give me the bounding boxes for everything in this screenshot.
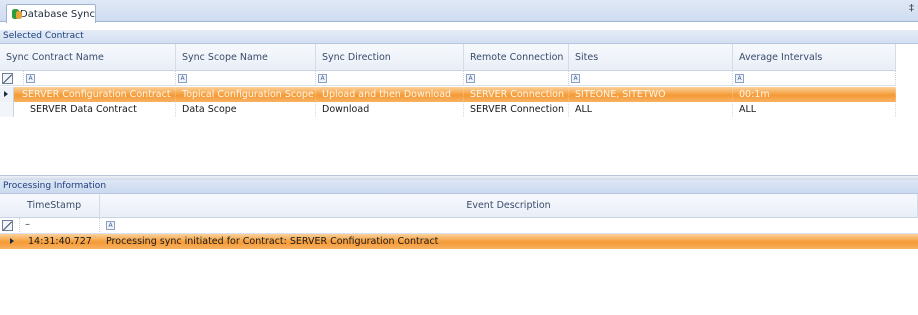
- filter-text-icon[interactable]: A: [735, 74, 744, 83]
- selected-contract-header: Selected Contract: [0, 30, 918, 44]
- clear-filter-cell[interactable]: [0, 218, 20, 234]
- cell-remote-connection[interactable]: SERVER Connection: [464, 87, 569, 102]
- filter-timestamp[interactable]: –: [20, 218, 100, 234]
- cell-timestamp[interactable]: 14:31:40.727: [28, 234, 100, 249]
- filter-sync-direction[interactable]: A: [316, 71, 464, 86]
- document-tabstrip: Database Sync ‡: [0, 0, 918, 23]
- col-header-remote-connection[interactable]: Remote Connection: [464, 44, 569, 71]
- filter-sync-contract-name[interactable]: A: [24, 71, 176, 86]
- cell-sync-scope-name[interactable]: Topical Configuration Scope: [176, 87, 316, 102]
- cell-sites[interactable]: ALL: [569, 102, 733, 117]
- pin-icon[interactable]: ‡: [909, 3, 914, 14]
- filter-sites[interactable]: A: [569, 71, 733, 86]
- database-sync-icon: [11, 8, 22, 20]
- row-indicator[interactable]: [0, 102, 14, 117]
- filter-text-icon[interactable]: A: [571, 74, 580, 83]
- cell-event-description[interactable]: Processing sync initiated for Contract: …: [106, 234, 906, 249]
- col-header-sync-scope-name[interactable]: Sync Scope Name: [176, 44, 316, 71]
- row-indicator[interactable]: [0, 87, 14, 102]
- cell-average-intervals[interactable]: ALL: [733, 102, 896, 117]
- clear-filter-cell[interactable]: [0, 71, 24, 86]
- table-row[interactable]: SERVER Configuration Contract Topical Co…: [0, 87, 896, 102]
- contracts-filter-row: A A A A A A: [0, 71, 896, 86]
- row-indicator[interactable]: [0, 234, 20, 249]
- processing-column-headers: TimeStamp Event Description: [0, 194, 918, 218]
- cell-sites[interactable]: SITEONE, SITETWO: [569, 87, 733, 102]
- col-header-timestamp[interactable]: TimeStamp: [0, 194, 100, 218]
- filter-sync-scope-name[interactable]: A: [176, 71, 316, 86]
- col-header-average-intervals[interactable]: Average Intervals: [733, 44, 896, 71]
- tab-label: Database Sync: [20, 8, 95, 20]
- col-header-sync-direction[interactable]: Sync Direction: [316, 44, 464, 71]
- cell-remote-connection[interactable]: SERVER Connection: [464, 102, 569, 117]
- cell-sync-direction[interactable]: Download: [316, 102, 464, 117]
- current-row-arrow-icon: [10, 238, 14, 244]
- contracts-grid: Sync Contract Name Sync Scope Name Sync …: [0, 44, 918, 175]
- col-header-sites[interactable]: Sites: [569, 44, 733, 71]
- filter-average-intervals[interactable]: A: [733, 71, 896, 86]
- processing-grid: TimeStamp Event Description – A 14:31:40…: [0, 194, 918, 315]
- current-row-arrow-icon: [4, 91, 8, 97]
- filter-remote-connection[interactable]: A: [464, 71, 569, 86]
- cell-average-intervals[interactable]: 00:1m: [733, 87, 896, 102]
- cell-sync-contract-name[interactable]: SERVER Configuration Contract: [14, 87, 176, 102]
- cell-sync-contract-name[interactable]: SERVER Data Contract: [14, 102, 176, 117]
- col-header-event-description[interactable]: Event Description: [100, 194, 918, 218]
- filter-text-icon[interactable]: A: [106, 221, 115, 230]
- filter-text-icon[interactable]: A: [178, 74, 187, 83]
- clear-filter-icon[interactable]: [2, 73, 13, 84]
- processing-information-header: Processing Information: [0, 180, 918, 194]
- tab-database-sync[interactable]: Database Sync: [6, 4, 96, 23]
- table-row[interactable]: SERVER Data Contract Data Scope Download…: [0, 102, 896, 117]
- filter-timestamp-value[interactable]: –: [25, 219, 30, 230]
- contracts-column-headers: Sync Contract Name Sync Scope Name Sync …: [0, 44, 896, 71]
- filter-event-description[interactable]: A: [100, 218, 918, 234]
- filter-text-icon[interactable]: A: [466, 74, 475, 83]
- col-header-sync-contract-name[interactable]: Sync Contract Name: [0, 44, 176, 71]
- table-row[interactable]: 14:31:40.727 Processing sync initiated f…: [0, 234, 918, 249]
- filter-text-icon[interactable]: A: [318, 74, 327, 83]
- clear-filter-icon[interactable]: [2, 220, 13, 231]
- cell-sync-direction[interactable]: Upload and then Download: [316, 87, 464, 102]
- filter-text-icon[interactable]: A: [26, 74, 35, 83]
- cell-sync-scope-name[interactable]: Data Scope: [176, 102, 316, 117]
- processing-filter-row: – A: [0, 218, 918, 234]
